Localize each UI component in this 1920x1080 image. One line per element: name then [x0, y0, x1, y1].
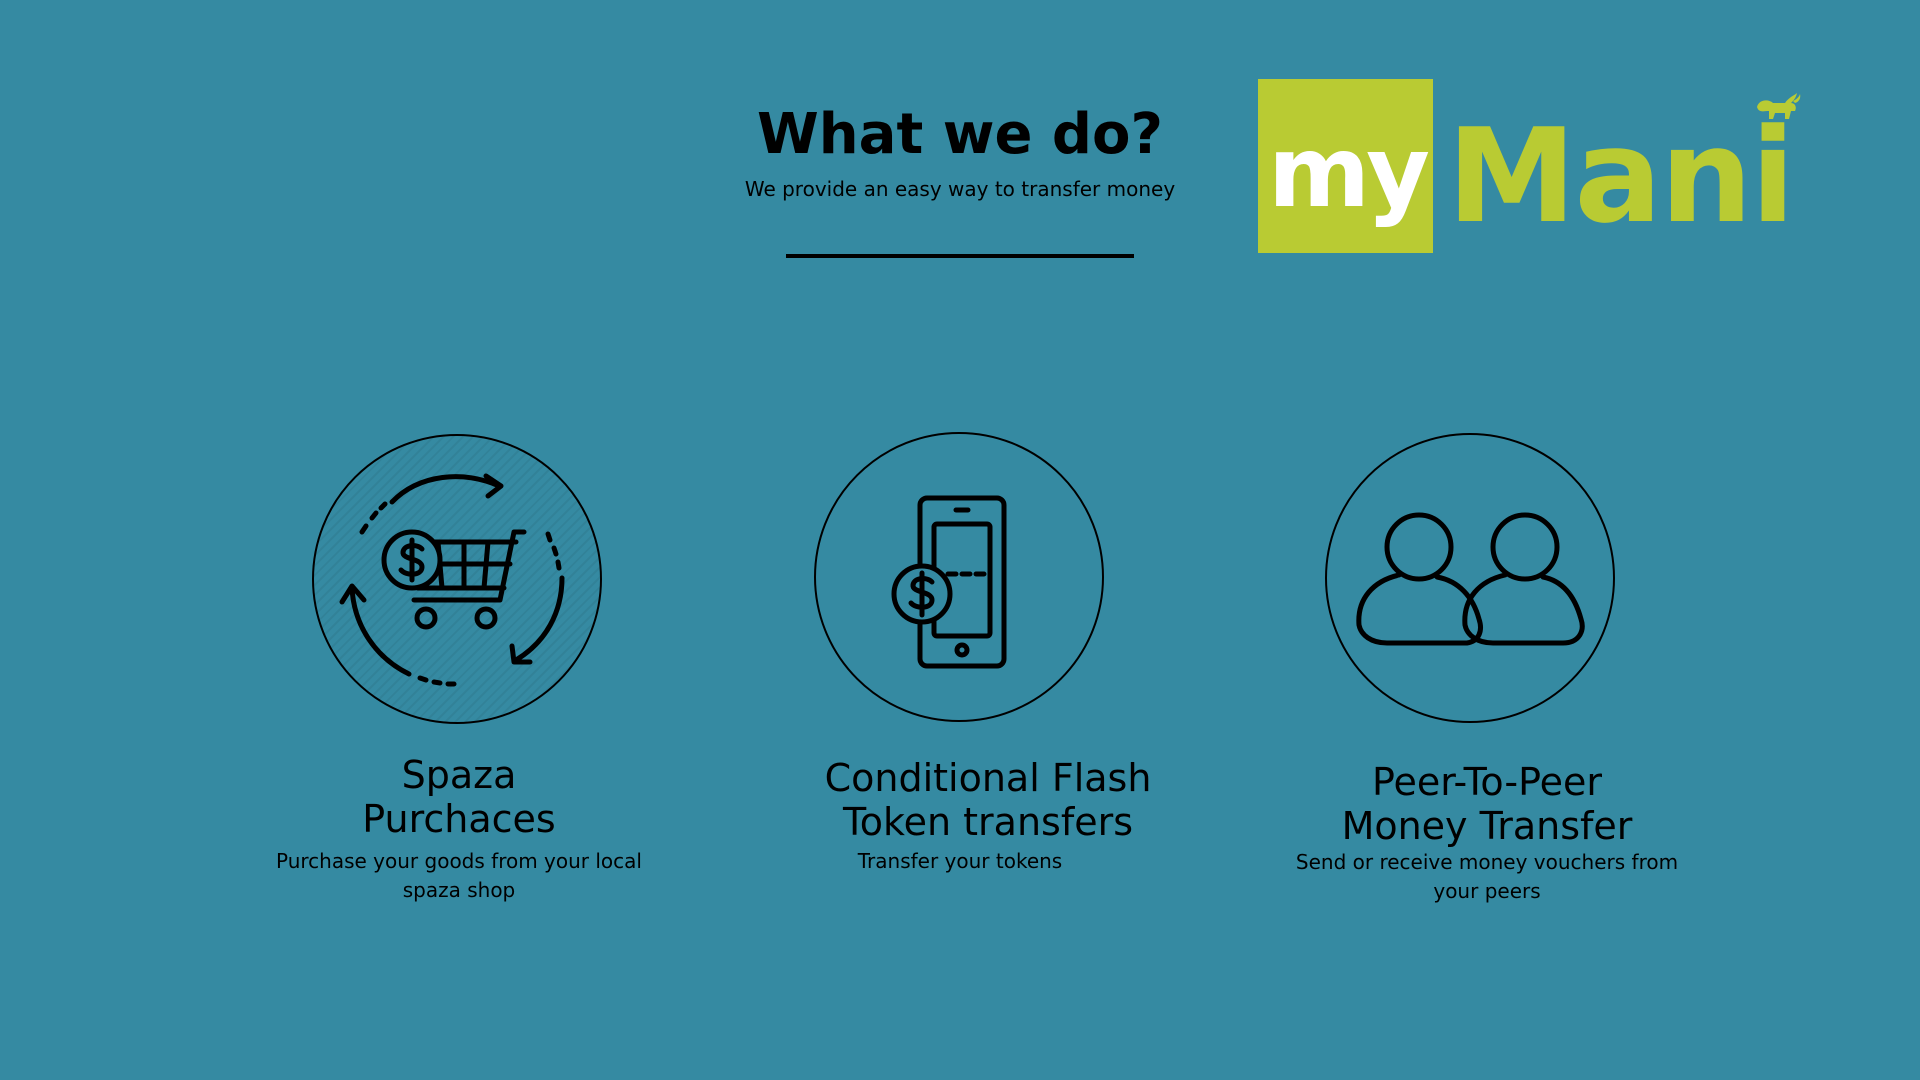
- service-title-line1: Peer-To-Peer: [1371, 760, 1603, 804]
- service-card-spaza: Spaza Purchaces Purchase your goods from…: [229, 0, 689, 1080]
- service-title-line2: Purchaces: [362, 797, 556, 841]
- service-desc-line1: Send or receive money vouchers from: [1295, 850, 1679, 874]
- service-desc-line2: spaza shop: [402, 878, 516, 902]
- service-description: Transfer your tokens: [730, 847, 1190, 876]
- service-title-line1: Spaza: [401, 753, 517, 797]
- service-description: Send or receive money vouchers from your…: [1257, 848, 1717, 906]
- service-desc-line1: Purchase your goods from your local: [276, 849, 642, 873]
- service-title-line2: Money Transfer: [1341, 804, 1633, 848]
- service-icon-circle: [814, 432, 1104, 722]
- service-card-flash-token: Conditional Flash Token transfers Transf…: [730, 0, 1190, 1080]
- service-desc-line2: your peers: [1433, 879, 1541, 903]
- service-icon-circle: [1325, 433, 1615, 723]
- service-title-line2: Token transfers: [842, 800, 1134, 844]
- mobile-payment-icon: [891, 495, 1007, 669]
- service-title: Peer-To-Peer Money Transfer: [1257, 760, 1717, 848]
- service-desc-line1: Transfer your tokens: [857, 849, 1063, 873]
- service-description: Purchase your goods from your local spaz…: [229, 847, 689, 905]
- shopping-cart-cycle-icon: [339, 473, 565, 687]
- service-icon-circle: [312, 434, 602, 724]
- users-icon: [1356, 512, 1585, 646]
- service-title: Conditional Flash Token transfers: [758, 756, 1218, 844]
- service-card-peer-to-peer: Peer-To-Peer Money Transfer Send or rece…: [1248, 0, 1708, 1080]
- service-title-line1: Conditional Flash: [824, 756, 1152, 800]
- service-title: Spaza Purchaces: [229, 753, 689, 841]
